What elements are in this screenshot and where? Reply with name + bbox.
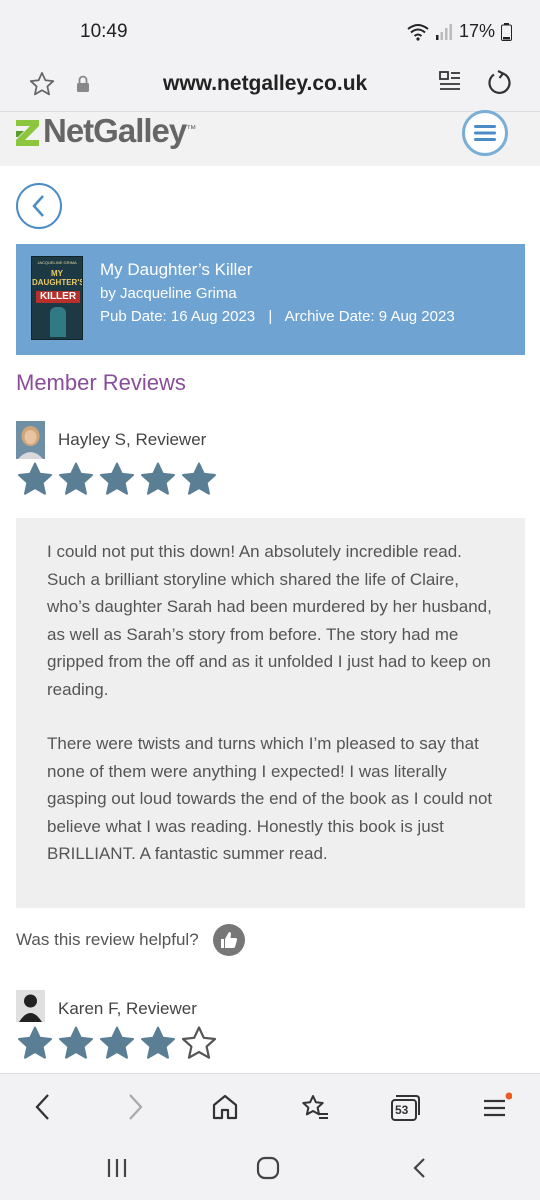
browser-menu-icon[interactable] bbox=[482, 1092, 513, 1127]
section-title: Member Reviews bbox=[16, 370, 186, 395]
cover-title-mid: DAUGHTER'S bbox=[32, 278, 83, 287]
book-info: My Daughter’s Killer by Jacqueline Grima… bbox=[100, 260, 455, 325]
reviewer-name: Karen F, Reviewer bbox=[58, 999, 197, 1018]
bookmarks-icon[interactable] bbox=[300, 1092, 330, 1127]
book-summary: JACQUELINE GRIMA MY DAUGHTER'S KILLER My… bbox=[16, 244, 525, 355]
back-nav-icon[interactable] bbox=[32, 1092, 54, 1127]
avatar bbox=[16, 421, 45, 459]
hamburger-icon bbox=[474, 125, 496, 141]
reload-icon[interactable] bbox=[485, 69, 513, 102]
reader-mode-icon[interactable] bbox=[439, 70, 461, 99]
url-text[interactable]: www.netgalley.co.uk bbox=[163, 72, 367, 96]
lock-icon bbox=[76, 75, 90, 98]
helpful-question: Was this review helpful? bbox=[16, 930, 199, 949]
book-dates: Pub Date: 16 Aug 2023 | Archive Date: 9 … bbox=[100, 308, 455, 325]
bookmark-star-icon[interactable] bbox=[28, 70, 56, 103]
netgalley-logo[interactable]: NetGalley ™ bbox=[14, 112, 196, 150]
home-nav-icon[interactable] bbox=[256, 1156, 280, 1185]
home-icon[interactable] bbox=[212, 1092, 238, 1127]
thumbs-up-button[interactable] bbox=[212, 924, 245, 956]
cover-title-top: MY bbox=[51, 269, 63, 278]
cover-author: JACQUELINE GRIMA bbox=[37, 260, 77, 265]
review-paragraph: I could not put this down! An absolutely… bbox=[47, 542, 492, 699]
book-author[interactable]: by Jacqueline Grima bbox=[100, 285, 455, 302]
tabs-button[interactable]: 53 bbox=[390, 1094, 420, 1127]
thumbs-up-icon bbox=[220, 932, 237, 948]
star-filled-icon bbox=[100, 462, 134, 495]
review-text: I could not put this down! An absolutely… bbox=[16, 518, 525, 908]
star-filled-icon bbox=[141, 462, 175, 495]
cover-title-bottom: KILLER bbox=[36, 291, 80, 303]
battery-percent: 17% bbox=[458, 21, 495, 41]
forward-nav-icon[interactable] bbox=[124, 1092, 146, 1127]
helpful-row: Was this review helpful? bbox=[16, 924, 245, 956]
back-button[interactable] bbox=[16, 183, 62, 229]
back-system-icon[interactable] bbox=[410, 1156, 430, 1185]
reviewer-header: Karen F, Reviewer bbox=[16, 990, 197, 1028]
star-empty-icon bbox=[181, 1026, 217, 1059]
status-icons: 17% bbox=[407, 21, 512, 42]
logo-trademark: ™ bbox=[186, 124, 197, 135]
star-rating bbox=[16, 1025, 218, 1063]
address-bar: www.netgalley.co.uk bbox=[0, 60, 540, 112]
cover-figure bbox=[50, 307, 66, 337]
date-separator: | bbox=[268, 308, 273, 325]
site-header: NetGalley ™ bbox=[0, 112, 540, 166]
star-filled-icon bbox=[182, 462, 216, 495]
archive-date: Archive Date: 9 Aug 2023 bbox=[284, 308, 455, 325]
star-filled-icon bbox=[18, 462, 52, 495]
status-bar: 10:49 17% bbox=[0, 0, 540, 60]
logo-mark-icon bbox=[16, 120, 39, 146]
browser-toolbar: 53 bbox=[0, 1073, 540, 1141]
star-filled-icon bbox=[18, 1026, 52, 1059]
star-rating bbox=[16, 461, 218, 499]
battery-icon bbox=[501, 22, 512, 41]
reviewer-header: Hayley S, Reviewer bbox=[16, 421, 206, 459]
star-filled-icon bbox=[59, 462, 93, 495]
recent-apps-icon[interactable] bbox=[106, 1156, 128, 1185]
status-time: 10:49 bbox=[80, 21, 128, 42]
avatar bbox=[16, 990, 45, 1028]
site-menu-button[interactable] bbox=[462, 110, 508, 156]
star-filled-icon bbox=[59, 1026, 93, 1059]
review-paragraph: There were twists and turns which I’m pl… bbox=[47, 734, 493, 863]
pub-date: Pub Date: 16 Aug 2023 bbox=[100, 308, 256, 325]
star-filled-icon bbox=[100, 1026, 134, 1059]
signal-icon bbox=[435, 23, 452, 40]
book-cover[interactable]: JACQUELINE GRIMA MY DAUGHTER'S KILLER bbox=[31, 256, 83, 340]
chevron-left-icon bbox=[32, 195, 44, 217]
star-filled-icon bbox=[141, 1026, 175, 1059]
tab-count: 53 bbox=[395, 1103, 409, 1117]
system-nav-bar bbox=[0, 1141, 540, 1200]
book-title[interactable]: My Daughter’s Killer bbox=[100, 260, 455, 280]
wifi-icon bbox=[407, 23, 429, 41]
reviewer-name: Hayley S, Reviewer bbox=[58, 430, 207, 449]
logo-text: NetGalley bbox=[43, 112, 187, 149]
